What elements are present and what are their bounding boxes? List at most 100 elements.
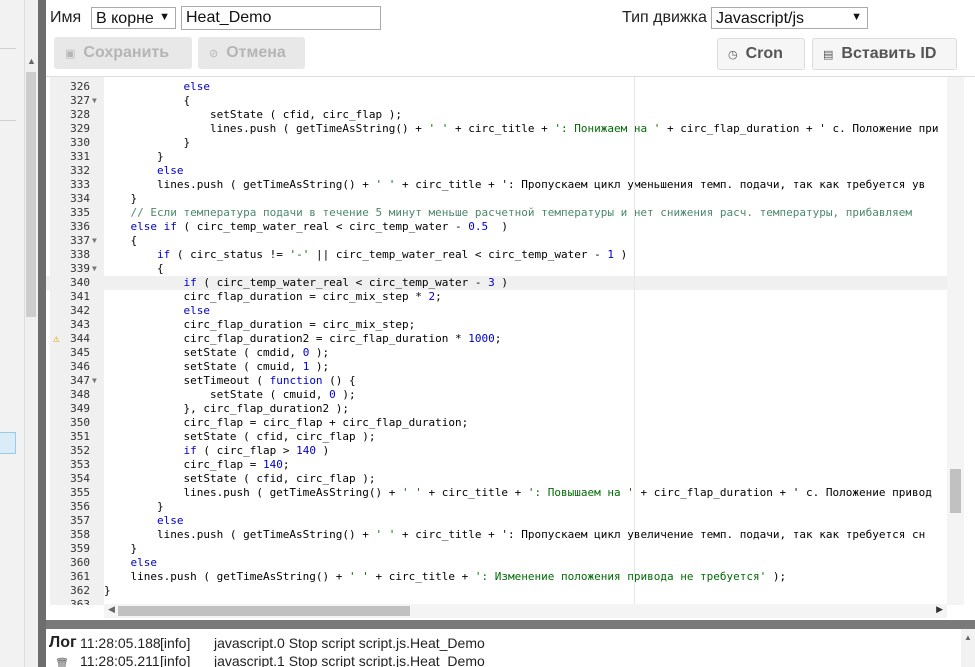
tree-selected-row[interactable] <box>0 432 16 454</box>
code-line[interactable]: 342 else <box>46 304 947 318</box>
folder-select-value: В корне <box>96 10 154 27</box>
cancel-button[interactable]: ⊘ Отмена <box>198 37 305 69</box>
code-line[interactable]: 332 else <box>46 164 947 178</box>
editor-vertical-scrollbar[interactable] <box>947 77 964 605</box>
code-line[interactable]: 333 lines.push ( getTimeAsString() + ' '… <box>46 178 947 192</box>
fold-toggle-icon[interactable]: ▼ <box>92 262 97 276</box>
line-number: 339 <box>70 262 90 275</box>
script-name-input[interactable]: Heat_Demo <box>181 6 381 30</box>
cron-button[interactable]: ◷ Cron <box>717 38 805 70</box>
cancel-button-label: Отмена <box>226 44 286 61</box>
cancel-icon: ⊘ <box>209 47 219 60</box>
code-line[interactable]: 352 if ( circ_flap > 140 ) <box>46 444 947 458</box>
code-editor[interactable]: 326 else 327 ▼ {328 setState ( cfid, circ_… <box>46 76 975 620</box>
line-number: 329 <box>70 122 90 135</box>
log-level: [info] <box>160 653 191 667</box>
code-text: setState ( cfid, circ_flap ); <box>104 472 376 485</box>
code-line[interactable]: 361 lines.push ( getTimeAsString() + ' '… <box>46 570 947 584</box>
code-line[interactable]: 349 }, circ_flap_duration2 ); <box>46 402 947 416</box>
code-line[interactable]: 326 else <box>46 80 947 94</box>
print-margin <box>634 77 635 605</box>
code-line[interactable]: 347 ▼ setTimeout ( function () { <box>46 374 947 388</box>
code-line[interactable]: 327 ▼ { <box>46 94 947 108</box>
log-time: 11:28:05.188 <box>80 635 161 651</box>
code-line[interactable]: 345 setState ( cmdid, 0 ); <box>46 346 947 360</box>
warning-icon[interactable]: ⚠ <box>53 332 60 346</box>
line-number: 362 <box>70 584 90 597</box>
code-line[interactable]: 341 circ_flap_duration = circ_mix_step *… <box>46 290 947 304</box>
code-line[interactable]: 355 lines.push ( getTimeAsString() + ' '… <box>46 486 947 500</box>
code-line[interactable]: 330 } <box>46 136 947 150</box>
code-line[interactable]: 343 circ_flap_duration = circ_mix_step; <box>46 318 947 332</box>
code-text: lines.push ( getTimeAsString() + ' ' + c… <box>104 178 926 191</box>
line-number: 341 <box>70 290 90 303</box>
scroll-up-arrow-icon[interactable]: ▲ <box>964 633 972 642</box>
folder-select[interactable]: В корне ▼ <box>91 7 176 29</box>
tree-scroll-thumb[interactable] <box>26 72 36 317</box>
code-text: else <box>183 304 210 317</box>
insert-id-button[interactable]: ▤ Вставить ID <box>812 38 957 70</box>
line-number: 326 <box>70 80 90 93</box>
line-number: 328 <box>70 108 90 121</box>
code-line[interactable]: 346 setState ( cmuid, 1 ); <box>46 360 947 374</box>
code-text: { <box>104 234 138 247</box>
fold-toggle-icon[interactable]: ▼ <box>92 374 97 388</box>
code-line[interactable]: 338 if ( circ_status != '-' || circ_temp… <box>46 248 947 262</box>
line-number: 363 <box>70 598 90 605</box>
fold-toggle-icon[interactable]: ▼ <box>92 234 97 248</box>
line-number: 358 <box>70 528 90 541</box>
save-button[interactable]: ▣ Сохранить <box>54 37 192 69</box>
code-text: // Если температура подачи в течение 5 м… <box>130 206 912 219</box>
script-header: Имя В корне ▼ Heat_Demo Тип движка Javas… <box>46 0 975 76</box>
code-line[interactable]: 357 else <box>46 514 947 528</box>
engine-type-label: Тип движка <box>622 9 707 26</box>
line-number: 343 <box>70 318 90 331</box>
code-text: setState ( cfid, circ_flap ); <box>104 108 403 121</box>
code-line[interactable]: 354 setState ( cfid, circ_flap ); <box>46 472 947 486</box>
code-line[interactable]: 340 if ( circ_temp_water_real < circ_tem… <box>46 276 947 290</box>
code-line[interactable]: 339 ▼ { <box>46 262 947 276</box>
fold-toggle-icon[interactable]: ▼ <box>92 94 97 108</box>
scroll-left-arrow-icon[interactable]: ◀ <box>108 604 115 615</box>
code-line[interactable]: 329 lines.push ( getTimeAsString() + ' '… <box>46 122 947 136</box>
engine-type-value: Javascript/js <box>716 10 805 27</box>
code-line[interactable]: 351 setState ( cfid, circ_flap ); <box>46 430 947 444</box>
code-text: lines.push ( getTimeAsString() + ' ' + c… <box>104 570 787 583</box>
line-number: 350 <box>70 416 90 429</box>
horizontal-splitter[interactable] <box>46 620 975 629</box>
code-line[interactable]: 360 else <box>46 556 947 570</box>
scroll-right-arrow-icon[interactable]: ▶ <box>936 604 943 615</box>
code-line[interactable]: 344 ⚠ circ_flap_duration2 = circ_flap_dur… <box>46 332 947 346</box>
code-line[interactable]: 336 else if ( circ_temp_water_real < cir… <box>46 220 947 234</box>
code-line[interactable]: 358 lines.push ( getTimeAsString() + ' '… <box>46 528 947 542</box>
vertical-splitter[interactable] <box>38 0 46 667</box>
code-line[interactable]: 335 // Если температура подачи в течение… <box>46 206 947 220</box>
code-line[interactable]: 334 } <box>46 192 947 206</box>
name-label: Имя <box>50 9 82 26</box>
code-line[interactable]: 331 } <box>46 150 947 164</box>
code-line[interactable]: 328 setState ( cfid, circ_flap ); <box>46 108 947 122</box>
code-line[interactable]: 362} <box>46 584 947 598</box>
code-text: circ_flap = 140; <box>104 458 290 471</box>
code-text: lines.push ( getTimeAsString() + ' ' + c… <box>104 528 926 541</box>
line-number: 333 <box>70 178 90 191</box>
editor-hscroll-thumb[interactable] <box>118 606 410 616</box>
code-line[interactable]: 337 ▼ { <box>46 234 947 248</box>
editor-vscroll-thumb[interactable] <box>950 469 961 513</box>
code-text: setTimeout ( function () { <box>104 374 356 387</box>
code-text: { <box>104 94 191 107</box>
code-line[interactable]: 353 circ_flap = 140; <box>46 458 947 472</box>
engine-type-select[interactable]: Javascript/js ▼ <box>711 7 868 29</box>
editor-horizontal-scrollbar[interactable]: ◀ ▶ <box>104 604 947 618</box>
trash-icon[interactable]: 🗑 <box>55 657 69 667</box>
log-scrollbar[interactable]: ▲ <box>961 629 975 667</box>
code-line[interactable]: 356 } <box>46 500 947 514</box>
line-number: 357 <box>70 514 90 527</box>
scroll-up-arrow-icon[interactable]: ▲ <box>27 56 36 66</box>
code-area[interactable]: 326 else 327 ▼ {328 setState ( cfid, circ_… <box>46 77 947 605</box>
code-line[interactable]: 350 circ_flap = circ_flap + circ_flap_du… <box>46 416 947 430</box>
code-text: circ_flap_duration = circ_mix_step; <box>104 318 416 331</box>
line-number: 327 <box>70 94 90 107</box>
code-line[interactable]: 348 setState ( cmuid, 0 ); <box>46 388 947 402</box>
code-line[interactable]: 359 } <box>46 542 947 556</box>
